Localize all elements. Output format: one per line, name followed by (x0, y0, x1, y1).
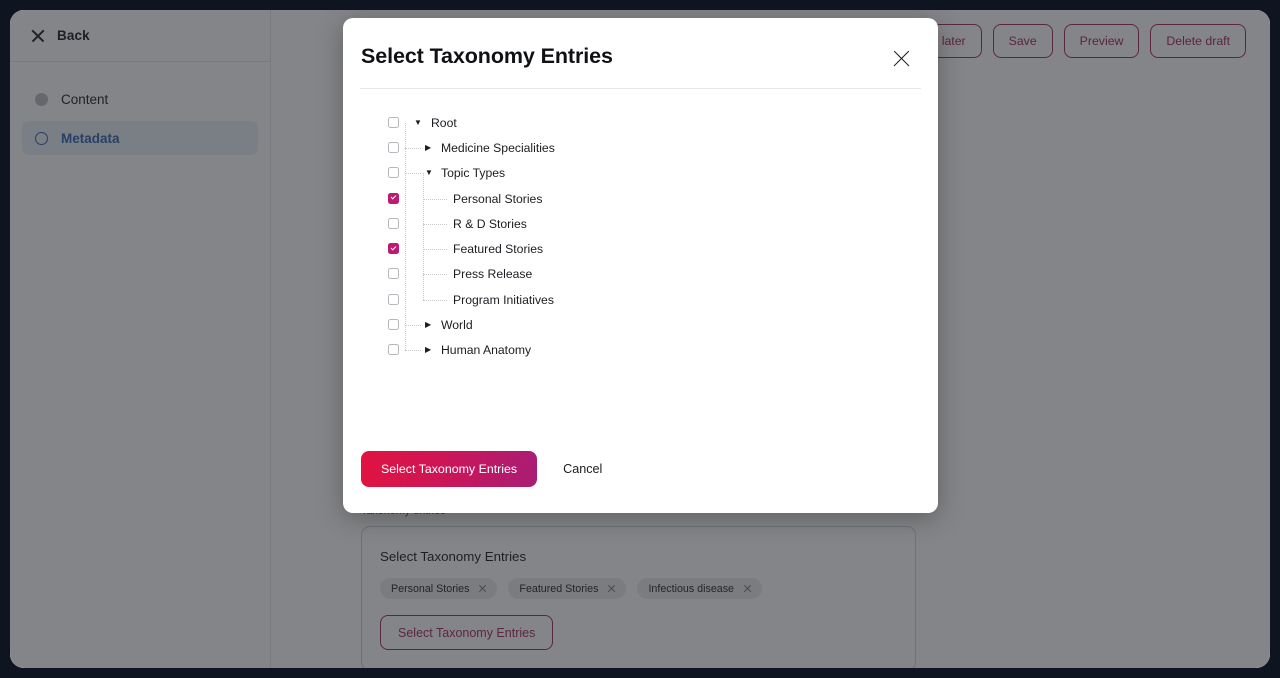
tree-guide-line (405, 173, 421, 175)
desktop-background: Back Content Metadata Publish later (0, 0, 1280, 678)
tree-node-checkbox[interactable] (388, 116, 399, 128)
tree-guide-line (405, 350, 421, 352)
select-taxonomy-entries-dialog: Select Taxonomy Entries ▼ Root ▶ Medicine S… (343, 18, 938, 513)
tree-guide-line (405, 147, 421, 149)
caret-right-icon[interactable]: ▶ (425, 346, 431, 354)
taxonomy-tree: ▼ Root ▶ Medicine Specialities ▼ Topic Types P… (343, 110, 938, 363)
tree-node-label: Press Release (453, 267, 533, 282)
dialog-title: Select Taxonomy Entries (361, 44, 613, 68)
tree-node[interactable]: ▼ Root (343, 110, 938, 135)
tree-guide-line (423, 223, 447, 225)
tree-node[interactable]: ▶ Human Anatomy (343, 338, 938, 363)
tree-node-label: Program Initiatives (453, 292, 554, 307)
tree-guide-line (423, 198, 447, 200)
close-icon[interactable] (891, 48, 912, 69)
tree-guide-line (423, 173, 424, 300)
tree-node-label: Medicine Specialities (441, 140, 555, 155)
tree-guide-line (405, 122, 406, 351)
dialog-footer: Select Taxonomy Entries Cancel (343, 451, 938, 513)
tree-node[interactable]: ▼ Topic Types (343, 161, 938, 186)
tree-node-checkbox[interactable] (388, 192, 399, 204)
caret-right-icon[interactable]: ▶ (425, 143, 431, 152)
tree-node-checkbox[interactable] (388, 243, 399, 255)
tree-node-checkbox[interactable] (388, 293, 399, 305)
tree-node-label: Root (431, 115, 457, 130)
tree-node[interactable]: ▶ Medicine Specialities (343, 135, 938, 160)
caret-down-icon[interactable]: ▼ (425, 169, 433, 177)
dialog-header: Select Taxonomy Entries (343, 18, 938, 69)
tree-node-checkbox[interactable] (388, 217, 399, 229)
app-window: Back Content Metadata Publish later (10, 10, 1270, 668)
tree-node-label: Human Anatomy (441, 343, 532, 358)
confirm-button[interactable]: Select Taxonomy Entries (361, 451, 538, 487)
caret-right-icon[interactable]: ▶ (425, 321, 431, 329)
tree-node-checkbox[interactable] (388, 319, 399, 331)
tree-node-label: R & D Stories (453, 216, 527, 231)
tree-node-label: World (441, 318, 473, 333)
tree-guide-line (423, 249, 447, 251)
caret-down-icon[interactable]: ▼ (414, 118, 422, 127)
tree-guide-line (423, 274, 447, 276)
cancel-button[interactable]: Cancel (563, 462, 602, 476)
tree-node-checkbox[interactable] (388, 167, 399, 179)
tree-node[interactable]: ▶ World (343, 312, 938, 337)
tree-node-checkbox[interactable] (388, 268, 399, 280)
tree-node-label: Personal Stories (453, 191, 543, 206)
tree-node-checkbox[interactable] (388, 141, 399, 153)
tree-guide-line (405, 325, 421, 327)
tree-node-label: Featured Stories (453, 242, 544, 257)
tree-node-label: Topic Types (441, 166, 506, 181)
tree-node-checkbox[interactable] (388, 344, 399, 356)
tree-guide-line (423, 299, 447, 301)
dialog-body: ▼ Root ▶ Medicine Specialities ▼ Topic Types P… (343, 89, 938, 451)
